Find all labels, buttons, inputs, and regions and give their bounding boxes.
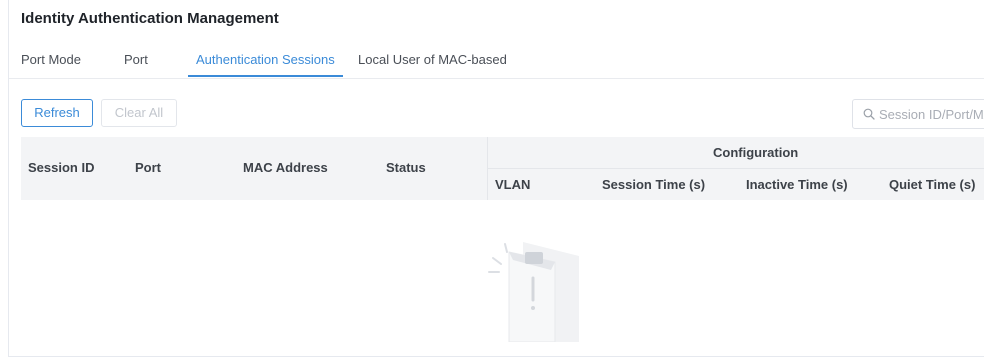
tab-port-mode[interactable]: Port Mode (21, 44, 81, 77)
column-port[interactable]: Port (135, 160, 161, 175)
page-title: Identity Authentication Management (21, 10, 279, 27)
app-panel: Identity Authentication Management Port … (8, 0, 984, 357)
tab-port[interactable]: Port (124, 44, 148, 77)
column-status[interactable]: Status (386, 160, 426, 175)
search-icon (863, 108, 875, 120)
column-group-configuration: Configuration (713, 145, 799, 160)
column-vlan[interactable]: VLAN (495, 177, 530, 192)
column-quiet-time[interactable]: Quiet Time (s) (889, 177, 975, 192)
refresh-button[interactable]: Refresh (21, 99, 93, 127)
tab-local-user-mac-based[interactable]: Local User of MAC-based (358, 44, 507, 77)
group-divider (488, 168, 984, 169)
table-header: Session ID Port MAC Address Status Confi… (21, 137, 984, 200)
tab-authentication-sessions[interactable]: Authentication Sessions (188, 44, 343, 77)
column-session-time[interactable]: Session Time (s) (602, 177, 705, 192)
search-input[interactable] (879, 100, 984, 128)
empty-data-illustration (488, 242, 579, 342)
column-mac-address[interactable]: MAC Address (243, 160, 328, 175)
clear-all-button[interactable]: Clear All (101, 99, 177, 127)
search-box (852, 99, 984, 129)
column-inactive-time[interactable]: Inactive Time (s) (746, 177, 848, 192)
tab-bar: Port Mode Port Authentication Sessions L… (9, 44, 984, 79)
column-session-id[interactable]: Session ID (28, 160, 94, 175)
